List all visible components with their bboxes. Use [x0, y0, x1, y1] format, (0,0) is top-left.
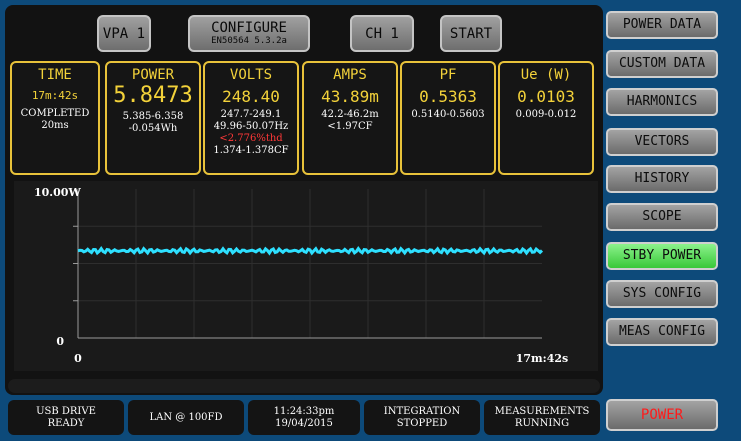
time-panel[interactable]: TIME 17m:42s COMPLETED 20ms [10, 61, 100, 175]
integration-status-line1: INTEGRATION [383, 405, 461, 417]
power-energy: -0.054Wh [128, 123, 178, 134]
volts-thd: <2.776%thd [219, 133, 283, 144]
chart-svg: 10.00W 0 0 17m:42s [34, 186, 569, 365]
configure-label: CONFIGURE [211, 20, 287, 36]
volts-title: VOLTS [229, 67, 273, 83]
time-status: COMPLETED [20, 108, 90, 119]
ue-panel[interactable]: Ue (W) 0.0103 0.009-0.012 [498, 61, 594, 175]
measurements-status-line2: RUNNING [514, 417, 570, 429]
volts-panel[interactable]: VOLTS 248.40 247.7-249.1 49.96-50.07Hz <… [203, 61, 299, 175]
usb-status[interactable]: USB DRIVE READY [8, 400, 124, 435]
pf-value: 0.5363 [419, 87, 477, 106]
measurements-status-line1: MEASUREMENTS [494, 405, 590, 417]
ue-value: 0.0103 [517, 87, 575, 106]
volts-value: 248.40 [222, 87, 280, 106]
measurements-status[interactable]: MEASUREMENTS RUNNING [484, 400, 600, 435]
menu-vectors[interactable]: VECTORS [606, 128, 718, 156]
ue-range: 0.009-0.012 [515, 109, 577, 120]
clock-time: 11:24:33pm [273, 405, 335, 417]
power-value: 5.8473 [113, 83, 193, 108]
volts-crest-factor: 1.374-1.378CF [213, 145, 289, 156]
vpa-button[interactable]: VPA 1 [97, 15, 151, 52]
pf-panel[interactable]: PF 0.5363 0.5140-0.5603 [400, 61, 496, 175]
power-panel[interactable]: POWER 5.8473 5.385-6.358 -0.054Wh [105, 61, 201, 175]
menu-custom-data[interactable]: CUSTOM DATA [606, 50, 718, 78]
integration-status-line2: STOPPED [396, 417, 448, 429]
amps-range: 42.2-46.2m [321, 109, 379, 120]
chart-grid [73, 189, 542, 339]
clock-status[interactable]: 11:24:33pm 19/04/2015 [248, 400, 360, 435]
x-axis-min-label: 0 [74, 352, 82, 365]
configure-standard: EN50564 5.3.2a [211, 36, 287, 46]
pf-title: PF [439, 67, 457, 83]
start-button[interactable]: START [440, 15, 502, 52]
amps-value: 43.89m [321, 87, 379, 106]
volts-range: 247.7-249.1 [220, 109, 282, 120]
pf-range: 0.5140-0.5603 [411, 109, 485, 120]
amps-panel[interactable]: AMPS 43.89m 42.2-46.2m <1.97CF [302, 61, 398, 175]
clock-date: 19/04/2015 [275, 417, 333, 429]
menu-meas-config[interactable]: MEAS CONFIG [606, 318, 718, 346]
time-interval: 20ms [41, 120, 69, 131]
usb-status-line2: READY [47, 417, 85, 429]
ue-title: Ue (W) [520, 67, 572, 83]
volts-frequency: 49.96-50.07Hz [213, 121, 289, 132]
lan-status-line1: LAN @ 100FD [149, 411, 223, 423]
channel-button[interactable]: CH 1 [350, 15, 414, 52]
power-trace [77, 245, 544, 256]
y-axis-min-label: 0 [56, 335, 64, 348]
channel-label: CH 1 [365, 25, 399, 42]
lan-status[interactable]: LAN @ 100FD [128, 400, 244, 435]
menu-harmonics[interactable]: HARMONICS [606, 88, 718, 116]
menu-stby-power[interactable]: STBY POWER [606, 242, 718, 270]
menu-sys-config[interactable]: SYS CONFIG [606, 280, 718, 308]
menu-scope[interactable]: SCOPE [606, 203, 718, 231]
power-title: POWER [131, 67, 175, 83]
progress-bar [8, 379, 600, 393]
amps-title: AMPS [333, 67, 367, 83]
integration-status[interactable]: INTEGRATION STOPPED [364, 400, 480, 435]
amps-crest-factor: <1.97CF [327, 121, 373, 132]
vpa-label: VPA 1 [102, 25, 146, 42]
menu-history[interactable]: HISTORY [606, 165, 718, 193]
time-title: TIME [38, 67, 72, 83]
power-button[interactable]: POWER [606, 399, 718, 431]
time-value: 17m:42s [31, 89, 79, 102]
x-axis-max-label: 17m:42s [516, 352, 569, 365]
configure-button[interactable]: CONFIGURE EN50564 5.3.2a [188, 15, 310, 52]
power-trend-chart: 10.00W 0 0 17m:42s [14, 181, 598, 371]
power-range: 5.385-6.358 [122, 111, 184, 122]
menu-power-data[interactable]: POWER DATA [606, 11, 718, 39]
usb-status-line1: USB DRIVE [36, 405, 96, 417]
start-label: START [449, 25, 493, 42]
y-axis-max-label: 10.00W [34, 186, 81, 199]
